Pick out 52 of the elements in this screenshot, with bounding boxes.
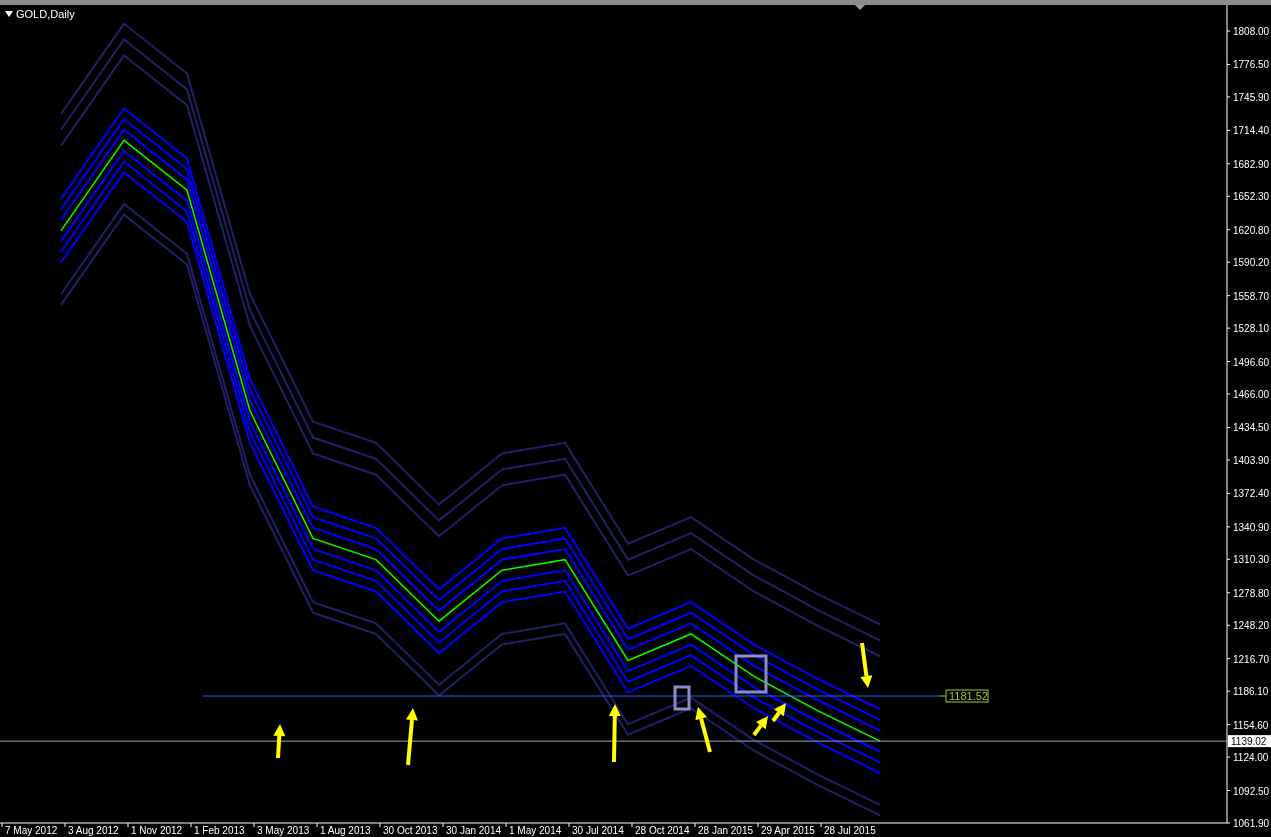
price-axis-label: 1340.90 [1233, 521, 1270, 533]
pointer-arrow[interactable] [695, 707, 712, 753]
price-axis-label: 1590.20 [1233, 257, 1270, 269]
date-axis-label: 3 May 2013 [257, 825, 310, 836]
price-axis-label: 1310.30 [1233, 554, 1270, 566]
price-axis-label: 1061.90 [1233, 818, 1270, 829]
price-axis-label: 1124.00 [1233, 752, 1269, 764]
pointer-arrow[interactable] [608, 704, 621, 763]
highlight-rectangle[interactable] [734, 654, 768, 694]
date-axis-label: 30 Jul 2014 [572, 825, 624, 836]
level-price-label: 1181.52 [939, 689, 989, 703]
price-axis-label: 1558.70 [1233, 290, 1270, 302]
price-axis-label: 1278.80 [1233, 587, 1270, 599]
price-axis-label: 1496.60 [1233, 356, 1270, 368]
price-axis-label: 1528.10 [1233, 323, 1270, 335]
date-axis-label: 1 Nov 2012 [131, 825, 183, 836]
price-axis-label: 1652.30 [1233, 191, 1270, 203]
price-axis-label: 1216.70 [1233, 653, 1270, 665]
price-axis-label: 1714.40 [1233, 125, 1270, 137]
price-axis-label: 1434.50 [1233, 422, 1270, 434]
date-axis-label: 1 Feb 2013 [194, 825, 245, 836]
date-axis-label: 1 May 2014 [509, 825, 562, 836]
price-axis-label: 1682.90 [1233, 158, 1270, 170]
chart-title: GOLD,Daily [16, 8, 75, 20]
pointer-arrow[interactable] [752, 716, 768, 737]
date-axis-label: 3 Aug 2012 [68, 825, 119, 836]
current-price-tag: 1139.02 [1228, 735, 1271, 748]
date-axis-label: 1 Aug 2013 [320, 825, 371, 836]
pointer-arrow[interactable] [860, 642, 873, 688]
date-axis-label: 29 Apr 2015 [761, 825, 815, 836]
date-axis-label: 30 Jan 2014 [446, 825, 502, 836]
pointer-arrow[interactable] [771, 703, 786, 723]
highlight-rectangle[interactable] [673, 685, 691, 711]
dropdown-icon[interactable] [5, 11, 13, 17]
price-axis-label: 1403.90 [1233, 454, 1270, 466]
price-axis-label: 1745.90 [1233, 91, 1270, 103]
date-axis-label: 28 Oct 2014 [635, 825, 690, 836]
date-axis-label: 28 Jan 2015 [698, 825, 754, 836]
price-axis-label: 1776.50 [1233, 59, 1270, 71]
price-axis-label: 1466.00 [1233, 389, 1270, 401]
pointer-arrow[interactable] [405, 708, 418, 766]
pointer-arrow[interactable] [273, 724, 286, 759]
date-axis-label: 30 Oct 2013 [383, 825, 438, 836]
date-axis-label: 28 Jul 2015 [824, 825, 876, 836]
price-axis-label: 1808.00 [1233, 26, 1270, 37]
price-axis-label: 1092.50 [1233, 785, 1270, 797]
price-axis-label: 1620.80 [1233, 224, 1270, 236]
price-axis-label: 1154.60 [1233, 719, 1269, 731]
price-axis-label: 1186.10 [1233, 686, 1269, 698]
price-axis-label: 1248.20 [1233, 620, 1270, 632]
price-axis-label: 1372.40 [1233, 488, 1270, 500]
date-axis-label: 7 May 2012 [5, 825, 58, 836]
